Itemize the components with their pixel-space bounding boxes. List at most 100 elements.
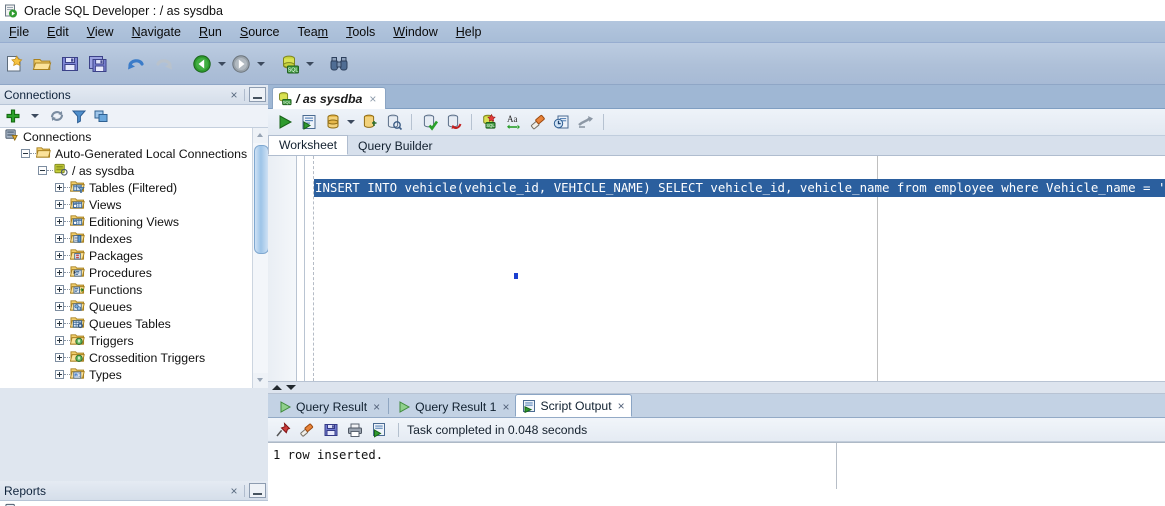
tree-item[interactable]: Indexes — [0, 230, 268, 247]
tree-item[interactable]: Auto-Generated Local Connections — [0, 145, 268, 162]
script-output-area[interactable]: 1 row inserted. — [268, 442, 1165, 489]
clear-eraser-icon[interactable] — [296, 419, 318, 441]
tree-item[interactable]: / as sysdba — [0, 162, 268, 179]
menu-tools[interactable]: Tools — [337, 23, 384, 41]
run-statement-icon[interactable] — [273, 111, 296, 134]
explain-plan-icon[interactable] — [358, 111, 381, 134]
splitter-collapse-up-icon[interactable] — [272, 385, 282, 390]
rollback-icon[interactable] — [442, 111, 465, 134]
tree-expand-icon[interactable] — [55, 302, 64, 311]
menu-source[interactable]: Source — [231, 23, 289, 41]
tree-item[interactable]: Tables (Filtered) — [0, 179, 268, 196]
editor-tab-close-icon[interactable]: × — [369, 92, 376, 106]
scroll-thumb[interactable] — [254, 145, 268, 254]
clear-icon[interactable] — [526, 111, 549, 134]
results-tab-script-output[interactable]: Script Output × — [515, 394, 632, 417]
tree-expand-icon[interactable] — [55, 183, 64, 192]
run-script-icon[interactable] — [297, 111, 320, 134]
navigate-back-icon[interactable] — [189, 51, 215, 77]
tree-expand-icon[interactable] — [55, 268, 64, 277]
results-tab-close-icon[interactable]: × — [618, 399, 625, 413]
tree-expand-icon[interactable] — [55, 353, 64, 362]
menu-run[interactable]: Run — [190, 23, 231, 41]
tree-collapse-icon[interactable] — [38, 166, 47, 175]
save-output-icon[interactable] — [320, 419, 342, 441]
run-script-output-icon[interactable] — [368, 419, 390, 441]
tree-expand-icon[interactable] — [55, 285, 64, 294]
reports-minimize-icon[interactable] — [249, 483, 266, 498]
undo-icon[interactable] — [123, 51, 149, 77]
redo-icon[interactable] — [151, 51, 177, 77]
reports-tree[interactable]: All Reports Data Dictionary Reports Data… — [0, 501, 268, 506]
connections-close-icon[interactable]: × — [228, 88, 240, 102]
menu-window[interactable]: Window — [384, 23, 446, 41]
save-all-icon[interactable] — [85, 51, 111, 77]
tree-item[interactable]: Views — [0, 196, 268, 213]
tree-expand-icon[interactable] — [55, 217, 64, 226]
tree-item[interactable]: Queues Tables — [0, 315, 268, 332]
scroll-down-icon[interactable] — [253, 373, 268, 388]
tree-item[interactable]: Triggers — [0, 332, 268, 349]
menu-navigate[interactable]: Navigate — [123, 23, 190, 41]
new-sql-connection-icon[interactable]: SQL — [277, 51, 303, 77]
worksheet-subtab-worksheet[interactable]: Worksheet — [268, 135, 349, 155]
new-connection-dropdown-icon[interactable] — [304, 51, 315, 77]
results-tab-query-result-1[interactable]: Query Result 1 × — [391, 396, 515, 417]
print-icon[interactable] — [344, 419, 366, 441]
navigate-forward-icon[interactable] — [228, 51, 254, 77]
add-connection-dropdown-icon[interactable] — [25, 106, 45, 126]
filter-icon[interactable] — [69, 106, 89, 126]
tree-item[interactable]: Crossedition Triggers — [0, 349, 268, 366]
unshared-sql-worksheet-icon[interactable]: SQL — [478, 111, 501, 134]
tree-expand-icon[interactable] — [55, 200, 64, 209]
sql-editor[interactable]: INSERT INTO vehicle(vehicle_id, VEHICLE_… — [268, 156, 1165, 381]
tree-expand-icon[interactable] — [55, 319, 64, 328]
menu-team[interactable]: Team — [289, 23, 338, 41]
scroll-up-icon[interactable] — [253, 128, 268, 143]
tree-expand-icon[interactable] — [55, 370, 64, 379]
menu-edit[interactable]: Edit — [38, 23, 78, 41]
save-icon[interactable] — [57, 51, 83, 77]
find-binoculars-icon[interactable] — [326, 51, 352, 77]
results-tab-close-icon[interactable]: × — [502, 400, 509, 414]
menu-file[interactable]: File — [0, 23, 38, 41]
new-file-icon[interactable] — [1, 51, 27, 77]
refresh-icon[interactable] — [47, 106, 67, 126]
autotrace-icon[interactable] — [321, 111, 344, 134]
query-builder-icon[interactable] — [574, 111, 597, 134]
worksheet-subtab-query-builder[interactable]: Query Builder — [348, 137, 443, 155]
editor-results-splitter[interactable] — [268, 381, 1165, 394]
results-tab-close-icon[interactable]: × — [373, 400, 380, 414]
sql-statement-text[interactable]: INSERT INTO vehicle(vehicle_id, VEHICLE_… — [314, 179, 1165, 197]
editor-tab-as-sysdba[interactable]: SQL / as sysdba × — [272, 87, 386, 109]
navigate-back-dropdown-icon[interactable] — [216, 51, 227, 77]
tree-expand-icon[interactable] — [55, 336, 64, 345]
connections-tree[interactable]: Connections Auto-Generated Local Connecti… — [0, 128, 268, 388]
sql-history-icon[interactable] — [550, 111, 573, 134]
connections-tree-scrollbar[interactable] — [252, 128, 268, 388]
reports-close-icon[interactable]: × — [228, 484, 240, 498]
tree-item[interactable]: Queues — [0, 298, 268, 315]
commit-icon[interactable] — [418, 111, 441, 134]
pin-icon[interactable] — [272, 419, 294, 441]
tree-item[interactable]: Editioning Views — [0, 213, 268, 230]
add-connection-icon[interactable] — [3, 106, 23, 126]
to-upper-lower-case-icon[interactable]: Aa — [502, 111, 525, 134]
explain-plan-dropdown-caret-icon[interactable] — [345, 111, 357, 134]
open-folder-icon[interactable] — [29, 51, 55, 77]
tree-item[interactable]: Packages — [0, 247, 268, 264]
connections-minimize-icon[interactable] — [249, 87, 266, 102]
tree-item[interactable]: Functions — [0, 281, 268, 298]
splitter-collapse-down-icon[interactable] — [286, 385, 296, 390]
tree-expand-icon[interactable] — [55, 251, 64, 260]
tree-expand-icon[interactable] — [55, 234, 64, 243]
sql-history-query-icon[interactable] — [382, 111, 405, 134]
results-tab-query-result[interactable]: Query Result × — [272, 396, 386, 417]
tree-collapse-icon[interactable] — [21, 149, 30, 158]
menu-view[interactable]: View — [78, 23, 123, 41]
collapse-all-icon[interactable] — [91, 106, 111, 126]
tree-item[interactable]: Connections — [0, 128, 268, 145]
tree-item[interactable]: a Types — [0, 366, 268, 383]
navigate-forward-dropdown-icon[interactable] — [255, 51, 266, 77]
menu-help[interactable]: Help — [447, 23, 491, 41]
